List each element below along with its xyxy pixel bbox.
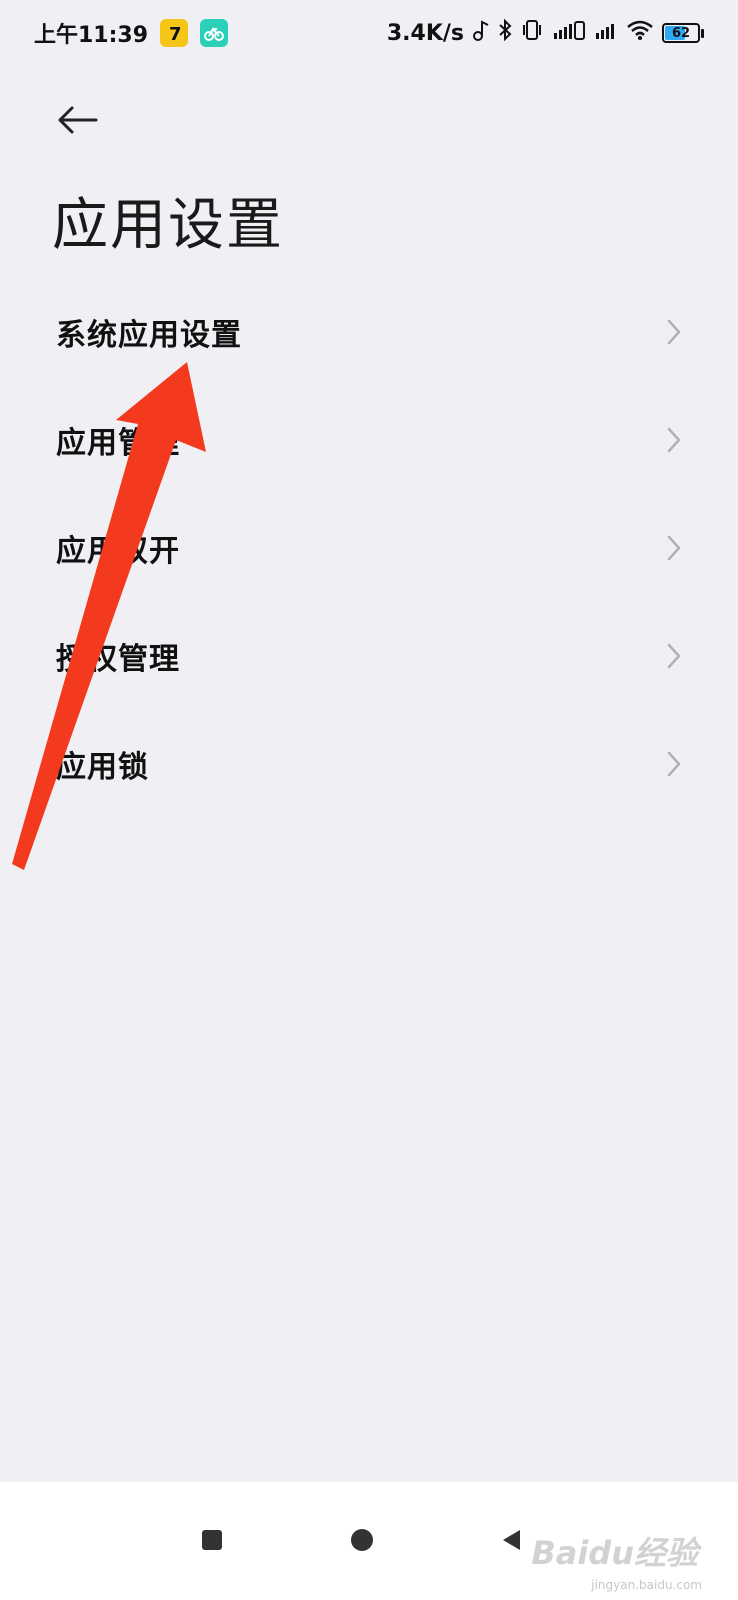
status-right: 3.4K/s 62 [386, 18, 704, 47]
settings-item-label: 应用锁 [56, 750, 149, 785]
battery-body: 62 [662, 23, 700, 43]
settings-list: 系统应用设置 应用管理 应用双开 授权管理 应用锁 [0, 278, 738, 818]
chevron-right-icon [667, 319, 681, 345]
net-speed: 3.4K/s [386, 20, 464, 46]
bluetooth-icon [498, 18, 512, 47]
status-bar: 上午11:39 7 3.4K/s 62 [0, 0, 738, 66]
app-settings-screen: 上午11:39 7 3.4K/s 62 应用设置 系统应用设置 应用管理 应用双… [0, 0, 738, 1600]
signal-icon [552, 19, 586, 47]
page-title: 应用设置 [52, 193, 284, 258]
recent-apps-button[interactable] [194, 1522, 230, 1558]
music-icon [472, 19, 490, 47]
settings-item-label: 系统应用设置 [56, 318, 242, 353]
chevron-right-icon [667, 535, 681, 561]
settings-item-label: 应用管理 [56, 426, 180, 461]
settings-item-system-apps[interactable]: 系统应用设置 [0, 278, 738, 386]
home-icon [351, 1529, 373, 1551]
arrow-left-icon [58, 106, 98, 134]
system-back-button[interactable] [494, 1522, 530, 1558]
battery-level: 62 [671, 25, 691, 41]
chevron-right-icon [667, 427, 681, 453]
status-left: 上午11:39 7 [34, 17, 229, 49]
settings-item-app-lock[interactable]: 应用锁 [0, 710, 738, 818]
back-triangle-icon [503, 1530, 520, 1550]
settings-item-label: 应用双开 [56, 534, 180, 569]
signal-icon-2 [594, 19, 618, 47]
navigation-bar: Baidu经验 jingyan.baidu.com [0, 1482, 738, 1600]
svg-text:7: 7 [169, 24, 182, 43]
wifi-icon [626, 19, 654, 47]
battery-cap [701, 28, 704, 38]
settings-item-label: 授权管理 [56, 642, 180, 677]
bike-app-icon [200, 19, 229, 47]
back-button[interactable] [52, 94, 104, 146]
vibrate-icon [520, 19, 544, 47]
chevron-right-icon [667, 643, 681, 669]
chevron-right-icon [667, 751, 681, 777]
home-button[interactable] [344, 1522, 380, 1558]
watermark: Baidu经验 [531, 1534, 698, 1572]
battery-icon: 62 [662, 23, 704, 43]
watermark-url: jingyan.baidu.com [591, 1578, 702, 1592]
settings-item-app-management[interactable]: 应用管理 [0, 386, 738, 494]
recent-apps-icon [202, 1530, 222, 1550]
settings-item-permissions[interactable]: 授权管理 [0, 602, 738, 710]
status-time: 上午11:39 [34, 23, 149, 48]
settings-item-dual-apps[interactable]: 应用双开 [0, 494, 738, 602]
seven-app-icon: 7 [160, 19, 189, 47]
